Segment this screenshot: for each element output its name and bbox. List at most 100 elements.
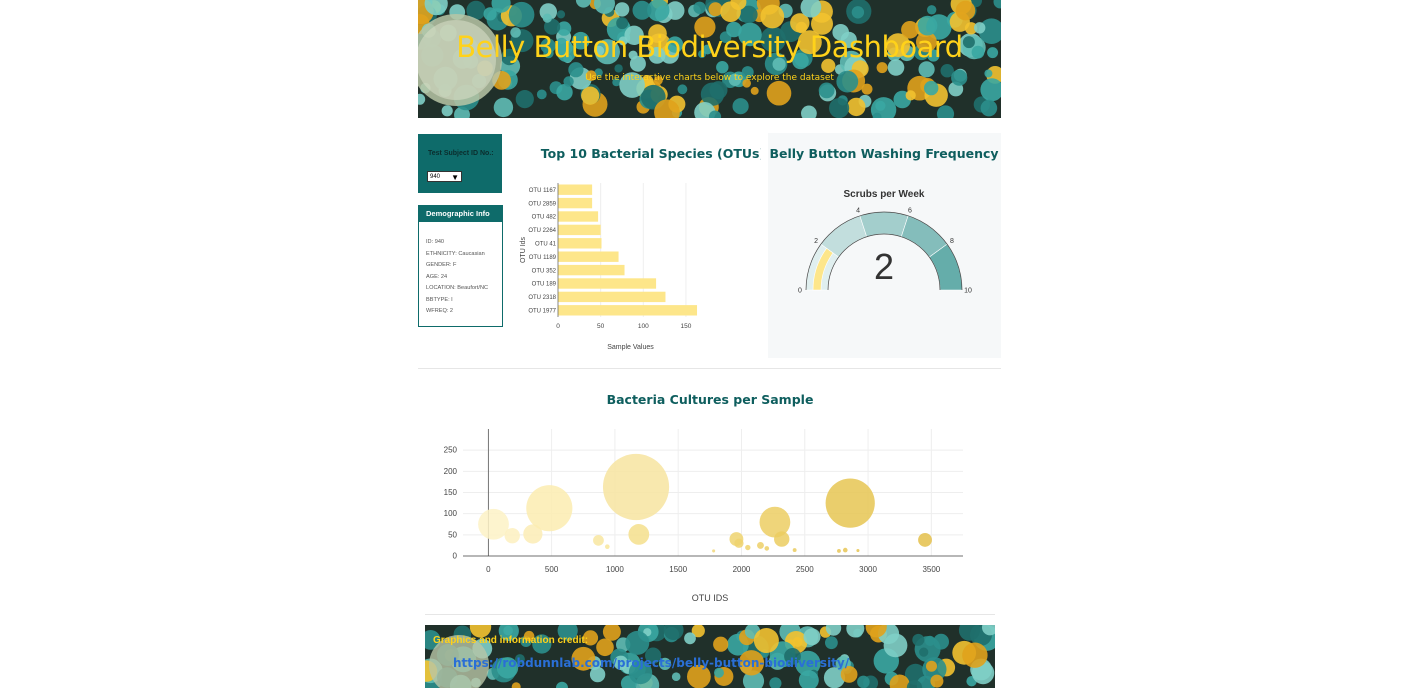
bar-otu-1167 bbox=[558, 184, 593, 195]
bubble-x-tick-label: 2500 bbox=[796, 565, 814, 574]
bar-y-tick-label: OTU 1977 bbox=[528, 309, 556, 315]
bubble-chart-svg: Bacteria Cultures per Sample0 500 1000 1500… bbox=[444, 392, 963, 603]
bubble-x-tick-label: 500 bbox=[545, 565, 559, 574]
demographic-info-title: Demographic Info bbox=[419, 206, 502, 222]
footer-credit-link[interactable]: https://robdunnlab.com/projects/belly-bu… bbox=[453, 656, 849, 670]
bubble-y-tick-label: 50 bbox=[448, 530, 457, 539]
bubble-x-axis-label: OTU IDS bbox=[692, 593, 729, 603]
bubble-otu-2920 bbox=[856, 548, 860, 553]
bar-y-tick-label: OTU 2318 bbox=[528, 295, 556, 301]
section-divider bbox=[425, 614, 995, 615]
bubble-otu-2050 bbox=[745, 544, 751, 551]
demographic-item: GENDER: F bbox=[426, 262, 457, 268]
section-divider bbox=[418, 368, 1001, 369]
top-otu-bar-chart: Top 10 Bacterial Species (OTUs) 0 50 100 150… bbox=[513, 140, 765, 360]
bubble-otu-2820 bbox=[842, 547, 848, 553]
bar-y-tick-label: OTU 1167 bbox=[529, 188, 557, 194]
demographic-item: LOCATION: Beaufort/NC bbox=[426, 285, 489, 291]
demographic-item: WFREQ: 2 bbox=[426, 308, 454, 314]
gauge-tick-label: 8 bbox=[950, 238, 954, 245]
bar-otu-189 bbox=[558, 278, 657, 289]
bar-y-tick-label: OTU 352 bbox=[532, 268, 557, 274]
bar-otu-2318 bbox=[558, 291, 666, 303]
subject-id-value: 940 bbox=[430, 174, 441, 180]
bar-y-tick-label: OTU 2859 bbox=[528, 201, 556, 207]
bar-y-tick-label: OTU 2264 bbox=[528, 228, 556, 234]
bar-otu-41 bbox=[558, 238, 602, 249]
gauge-tick-label: 0 bbox=[798, 288, 802, 295]
bubble-otu-3450 bbox=[918, 532, 932, 547]
bubble-y-tick-label: 0 bbox=[453, 552, 458, 561]
bar-otu-1189 bbox=[558, 251, 619, 262]
footer-credit-label: Graphics and information credit: bbox=[433, 635, 589, 646]
bar-y-tick-label: OTU 189 bbox=[532, 282, 557, 288]
bar-chart-title: Top 10 Bacterial Species (OTUs) bbox=[541, 146, 761, 161]
bubble-y-tick-label: 200 bbox=[444, 467, 458, 476]
bar-x-tick-label: 150 bbox=[681, 323, 692, 330]
gauge-tick-label: 2 bbox=[814, 238, 818, 245]
gauge-tick-label: 4 bbox=[856, 208, 860, 215]
demographic-item: ETHNICITY: Caucasian bbox=[426, 250, 485, 257]
gauge-chart-svg: Belly Button Washing Frequency Scrubs per… bbox=[769, 146, 998, 295]
bar-x-tick-label: 100 bbox=[638, 323, 649, 330]
subject-id-dropdown[interactable]: 940 ▼ bbox=[427, 171, 462, 182]
bubble-otu-1189 bbox=[628, 524, 650, 545]
gauge-tick-label: 10 bbox=[964, 288, 972, 295]
bar-x-tick-label: 0 bbox=[556, 323, 560, 330]
footer-banner: Graphics and information credit: https:/… bbox=[425, 625, 995, 688]
bar-otu-482 bbox=[558, 211, 599, 222]
bubble-x-tick-label: 2000 bbox=[733, 565, 751, 574]
bar-otu-1977 bbox=[558, 305, 698, 316]
bar-otu-2859 bbox=[558, 197, 593, 209]
page-subtitle: Use the interactive charts below to expl… bbox=[585, 73, 834, 83]
bubble-chart-title: Bacteria Cultures per Sample bbox=[607, 392, 814, 407]
bar-y-tick-label: OTU 41 bbox=[535, 242, 557, 248]
bubble-otu-1167 bbox=[602, 453, 670, 521]
bubble-otu-2150 bbox=[757, 541, 764, 549]
bubble-otu-41 bbox=[478, 508, 509, 540]
bar-y-tick-label: OTU 482 bbox=[532, 215, 557, 221]
bubble-y-tick-label: 100 bbox=[444, 509, 458, 518]
bubble-otu-940 bbox=[604, 544, 610, 549]
bubble-otu-2318 bbox=[774, 531, 790, 547]
chevron-down-icon: ▼ bbox=[451, 173, 459, 182]
bubble-x-tick-label: 3500 bbox=[922, 565, 940, 574]
bacteria-bubble-chart: Bacteria Cultures per Sample 0 500 1000 1500… bbox=[418, 385, 1001, 610]
gauge-tick-label: 6 bbox=[908, 208, 912, 215]
washing-frequency-gauge: Belly Button Washing Frequency Scrubs per… bbox=[768, 133, 1001, 358]
bubble-x-tick-label: 0 bbox=[486, 565, 491, 574]
bubble-otu-1980 bbox=[734, 538, 744, 548]
bubble-x-tick-label: 1500 bbox=[669, 565, 687, 574]
page-title: Belly Button Biodiversity Dashboard bbox=[456, 30, 963, 64]
bubble-otu-2420 bbox=[792, 548, 797, 552]
header-banner: Belly Button Biodiversity Dashboard Use … bbox=[418, 0, 1001, 118]
bubble-otu-2200 bbox=[764, 546, 770, 551]
demographic-item: BBTYPE: I bbox=[426, 296, 453, 303]
bar-otu-2264 bbox=[558, 224, 601, 236]
bubble-y-tick-label: 150 bbox=[444, 488, 458, 497]
bubble-otu-2859 bbox=[825, 478, 875, 528]
subject-selector-label: Test Subject ID No.: bbox=[428, 150, 494, 157]
demographic-info-panel: Demographic Info ID: 940 ETHNICITY: Cauc… bbox=[418, 205, 503, 327]
demographic-info-list: ID: 940 ETHNICITY: Caucasian GENDER: F A… bbox=[426, 237, 488, 318]
bubble-x-tick-label: 1000 bbox=[606, 565, 624, 574]
demographic-item: ID: 940 bbox=[426, 239, 445, 245]
bar-x-axis-label: Sample Values bbox=[607, 344, 654, 351]
bar-y-tick-label: OTU 1189 bbox=[529, 255, 557, 261]
subject-selector-panel: Test Subject ID No.: 940 ▼ bbox=[418, 134, 502, 193]
bubble-x-tick-label: 3000 bbox=[859, 565, 877, 574]
bubble-otu-870 bbox=[593, 534, 604, 546]
bubble-otu-189 bbox=[504, 527, 520, 544]
bubble-otu-1780 bbox=[712, 549, 716, 553]
gauge-chart-title: Belly Button Washing Frequency bbox=[769, 146, 998, 161]
bubble-otu-482 bbox=[526, 485, 573, 532]
gauge-value-number: 2 bbox=[874, 246, 894, 287]
demographic-item: AGE: 24 bbox=[426, 273, 448, 280]
gauge-step bbox=[859, 211, 909, 238]
bar-x-tick-label: 50 bbox=[597, 323, 605, 330]
bar-otu-352 bbox=[558, 264, 625, 276]
dashboard-page: Belly Button Biodiversity Dashboard Use … bbox=[418, 0, 1001, 688]
bubble-otu-2770 bbox=[837, 548, 841, 553]
bar-y-axis-label: OTU Ids bbox=[520, 236, 527, 263]
bar-chart-svg: Top 10 Bacterial Species (OTUs) 0 50 100 150… bbox=[520, 146, 765, 351]
